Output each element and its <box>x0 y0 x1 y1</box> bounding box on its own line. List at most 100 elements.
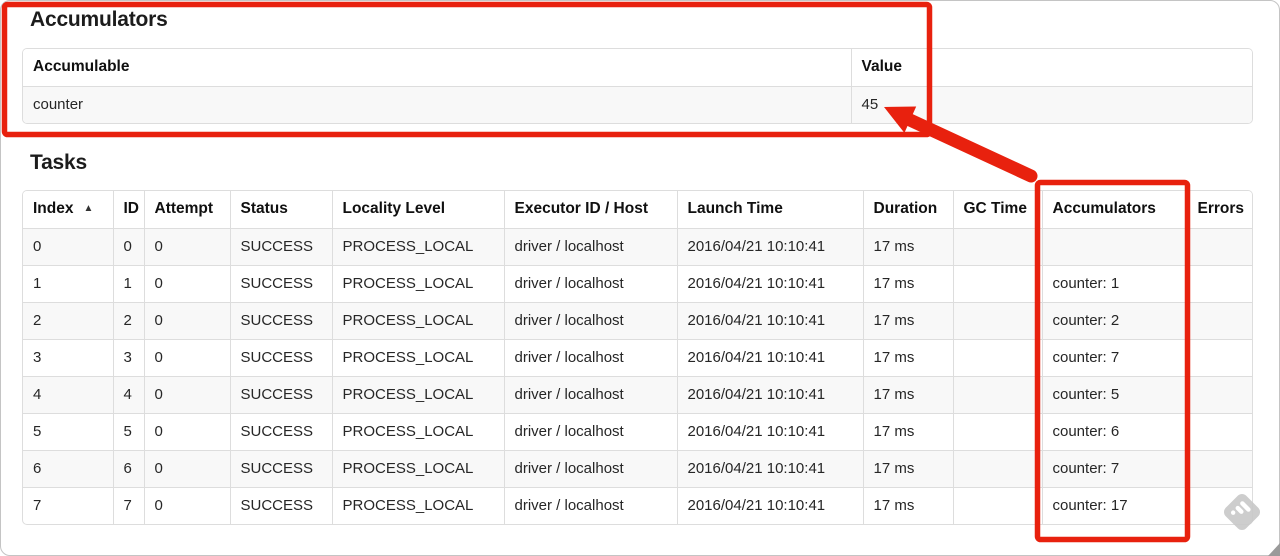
cell-duration: 17 ms <box>862 228 953 265</box>
cell-index: 5 <box>33 423 42 440</box>
col-header-attempt[interactable]: Attempt <box>143 191 230 228</box>
col-header-launch-time[interactable]: Launch Time <box>676 191 863 228</box>
cell-duration: 17 ms <box>862 487 953 524</box>
col-header-accumulable[interactable]: Accumulable <box>23 49 851 86</box>
cell-index: 4 <box>23 376 113 413</box>
cell-index: 6 <box>23 450 113 487</box>
col-header-errors[interactable]: Errors <box>1186 191 1252 228</box>
task-row: 4 4 0 SUCCESS PROCESS_LOCAL driver / loc… <box>23 376 1252 413</box>
corner-fragment <box>1268 543 1280 556</box>
cell-locality-level: PROCESS_LOCAL <box>331 228 504 265</box>
cell-index: 1 <box>33 275 42 292</box>
cell-attempt: 0 <box>143 339 230 376</box>
task-row: 2 2 0 SUCCESS PROCESS_LOCAL driver / loc… <box>23 302 1252 339</box>
cell-locality-level: PROCESS_LOCAL <box>331 339 504 376</box>
cell-gc-time <box>952 487 1042 524</box>
accumulators-table: Accumulable Value counter 45 <box>22 48 1253 124</box>
cell-status: SUCCESS <box>229 413 332 450</box>
accumulator-row: counter 45 <box>23 86 1252 123</box>
cell-executor-id-host: driver / localhost <box>503 228 677 265</box>
cell-gc-time <box>952 228 1042 265</box>
cell-accumulators: counter: 7 <box>1041 339 1187 376</box>
cell-accumulators <box>1041 228 1187 265</box>
cell-accumulable-value: 45 <box>850 86 1252 123</box>
cell-attempt: 0 <box>143 376 230 413</box>
col-header-executor-id-host[interactable]: Executor ID / Host <box>503 191 677 228</box>
col-header-id[interactable]: ID <box>112 191 144 228</box>
cell-locality-level: PROCESS_LOCAL <box>331 487 504 524</box>
cell-duration: 17 ms <box>862 302 953 339</box>
cell-executor-id-host: driver / localhost <box>503 450 677 487</box>
cell-locality-level: PROCESS_LOCAL <box>331 376 504 413</box>
cell-status: SUCCESS <box>229 487 332 524</box>
cell-executor-id-host: driver / localhost <box>503 339 677 376</box>
cell-accumulators: counter: 17 <box>1041 487 1187 524</box>
col-header-index[interactable]: Index ▲ <box>23 191 113 228</box>
cell-launch-time: 2016/04/21 10:10:41 <box>676 265 863 302</box>
cell-id: 1 <box>112 265 144 302</box>
cell-executor-id-host: driver / localhost <box>503 413 677 450</box>
cell-locality-level: PROCESS_LOCAL <box>331 302 504 339</box>
cell-locality-level: PROCESS_LOCAL <box>331 450 504 487</box>
cell-duration: 17 ms <box>862 413 953 450</box>
cell-status: SUCCESS <box>229 339 332 376</box>
col-header-duration[interactable]: Duration <box>862 191 953 228</box>
cell-index: 0 <box>23 228 113 265</box>
cell-gc-time <box>952 450 1042 487</box>
cell-accumulators: counter: 1 <box>1041 265 1187 302</box>
cell-executor-id-host: driver / localhost <box>503 265 677 302</box>
cell-gc-time <box>952 302 1042 339</box>
cell-id: 7 <box>112 487 144 524</box>
cell-status: SUCCESS <box>229 450 332 487</box>
cell-errors <box>1186 450 1252 487</box>
cell-index: 2 <box>23 302 113 339</box>
sort-ascending-icon: ▲ <box>83 203 94 215</box>
cell-accumulators: counter: 2 <box>1041 302 1187 339</box>
col-header-accumulators[interactable]: Accumulators <box>1041 191 1187 228</box>
cell-status: SUCCESS <box>229 376 332 413</box>
cell-accumulators: counter: 5 <box>1041 376 1187 413</box>
task-row: 7 7 0 SUCCESS PROCESS_LOCAL driver / loc… <box>23 487 1252 524</box>
cell-launch-time: 2016/04/21 10:10:41 <box>676 339 863 376</box>
cell-errors <box>1186 265 1252 302</box>
cell-id: 5 <box>112 413 144 450</box>
cell-attempt: 0 <box>143 228 230 265</box>
task-row: 3 3 0 SUCCESS PROCESS_LOCAL driver / loc… <box>23 339 1252 376</box>
cell-duration: 17 ms <box>862 265 953 302</box>
cell-accumulators: counter: 7 <box>1041 450 1187 487</box>
cell-errors <box>1186 413 1252 450</box>
cell-index: 7 <box>33 497 42 515</box>
accumulators-section-heading: Accumulators <box>30 8 168 31</box>
cell-attempt: 0 <box>143 487 230 524</box>
cell-executor-id-host: driver / localhost <box>503 376 677 413</box>
cell-errors <box>1186 228 1252 265</box>
cell-locality-level: PROCESS_LOCAL <box>331 265 504 302</box>
cell-accumulable-name: counter <box>23 86 851 123</box>
col-header-gc-time[interactable]: GC Time <box>952 191 1042 228</box>
cell-attempt: 0 <box>143 265 230 302</box>
col-header-locality-level[interactable]: Locality Level <box>331 191 504 228</box>
cell-launch-time: 2016/04/21 10:10:41 <box>676 487 863 524</box>
cell-duration: 17 ms <box>862 339 953 376</box>
cell-errors <box>1186 487 1252 524</box>
accumulators-header-row: Accumulable Value <box>23 49 1252 86</box>
cell-attempt: 0 <box>143 302 230 339</box>
col-header-status[interactable]: Status <box>229 191 332 228</box>
cell-duration: 17 ms <box>862 376 953 413</box>
annotation-arrow-shaft <box>903 113 1038 183</box>
cell-index: 3 <box>33 349 42 366</box>
task-row: 6 6 0 SUCCESS PROCESS_LOCAL driver / loc… <box>23 450 1252 487</box>
col-header-value[interactable]: Value <box>850 49 1252 86</box>
cell-gc-time <box>952 339 1042 376</box>
cell-attempt: 0 <box>143 450 230 487</box>
cell-executor-id-host: driver / localhost <box>503 302 677 339</box>
task-row: 0 0 0 SUCCESS PROCESS_LOCAL driver / loc… <box>23 228 1252 265</box>
task-row: 5 5 0 SUCCESS PROCESS_LOCAL driver / loc… <box>23 413 1252 450</box>
tasks-table: Index ▲ ID Attempt Status Locality Level … <box>22 190 1253 525</box>
cell-id: 4 <box>112 376 144 413</box>
cell-launch-time: 2016/04/21 10:10:41 <box>676 413 863 450</box>
cell-status: SUCCESS <box>229 302 332 339</box>
cell-launch-time: 2016/04/21 10:10:41 <box>676 302 863 339</box>
cell-status: SUCCESS <box>229 228 332 265</box>
cell-errors <box>1186 339 1252 376</box>
